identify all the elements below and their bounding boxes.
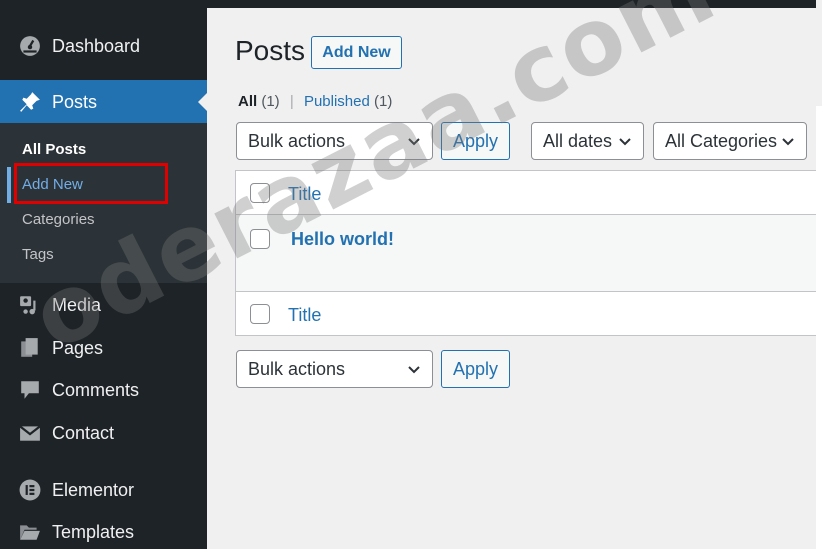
sidebar-item-label: Elementor bbox=[52, 479, 135, 500]
sidebar-item-dashboard[interactable]: Dashboard bbox=[0, 24, 207, 68]
bulk-actions-value: Bulk actions bbox=[248, 130, 346, 151]
bulk-actions-value: Bulk actions bbox=[248, 358, 346, 379]
table-header-row: Title bbox=[236, 171, 822, 215]
sidebar-item-label: Media bbox=[52, 294, 102, 315]
dates-filter-select[interactable]: All dates bbox=[531, 122, 644, 160]
filter-all[interactable]: All bbox=[238, 93, 257, 110]
column-title-footer[interactable]: Title bbox=[288, 305, 321, 326]
filter-published-count: (1) bbox=[374, 93, 393, 110]
current-indicator bbox=[7, 167, 11, 203]
submenu-all-posts[interactable]: All Posts bbox=[22, 141, 86, 158]
dates-filter-value: All dates bbox=[543, 130, 613, 151]
dashboard-icon bbox=[18, 34, 42, 58]
clipped-side-panel bbox=[816, 106, 822, 549]
categories-filter-value: All Categories bbox=[665, 130, 778, 151]
elementor-icon bbox=[18, 478, 42, 502]
sidebar-item-posts[interactable]: Posts bbox=[0, 80, 207, 124]
table-footer-row: Title bbox=[236, 292, 822, 336]
table-row: Hello world! bbox=[236, 215, 822, 292]
folder-icon bbox=[18, 520, 42, 544]
chevron-down-icon bbox=[782, 138, 794, 146]
sidebar-item-label: Templates bbox=[52, 521, 135, 542]
submenu-tags[interactable]: Tags bbox=[22, 246, 54, 263]
page-title: Posts bbox=[235, 35, 306, 66]
add-new-button[interactable]: Add New bbox=[311, 36, 402, 69]
filter-published[interactable]: Published bbox=[304, 93, 370, 110]
mail-icon bbox=[18, 421, 42, 445]
sidebar-item-comments[interactable]: Comments bbox=[0, 368, 207, 412]
admin-sidebar: Dashboard Posts All Posts Add New Catego… bbox=[0, 0, 207, 549]
sidebar-item-pages[interactable]: Pages bbox=[0, 326, 207, 370]
pin-icon bbox=[18, 90, 42, 114]
select-all-checkbox[interactable] bbox=[250, 183, 270, 203]
column-title-header[interactable]: Title bbox=[288, 184, 321, 205]
highlight-annotation-box bbox=[14, 163, 168, 204]
apply-button-top[interactable]: Apply bbox=[441, 122, 510, 160]
pages-icon bbox=[18, 336, 42, 360]
post-status-filters: All (1) | Published (1) bbox=[238, 93, 392, 110]
filter-all-count: (1) bbox=[261, 93, 280, 110]
submenu-categories[interactable]: Categories bbox=[22, 211, 95, 228]
apply-button-bottom[interactable]: Apply bbox=[441, 350, 510, 388]
sidebar-item-label: Comments bbox=[52, 379, 140, 400]
chevron-down-icon bbox=[619, 138, 631, 146]
sidebar-item-label: Dashboard bbox=[52, 35, 141, 56]
chevron-down-icon bbox=[408, 138, 420, 146]
media-icon bbox=[18, 293, 42, 317]
bulk-actions-select-bottom[interactable]: Bulk actions bbox=[236, 350, 433, 388]
comment-icon bbox=[18, 378, 42, 402]
posts-table: Title Hello world! Title bbox=[235, 170, 822, 336]
sidebar-item-elementor[interactable]: Elementor bbox=[0, 468, 207, 512]
sidebar-item-label: Posts bbox=[52, 91, 98, 112]
categories-filter-select[interactable]: All Categories bbox=[653, 122, 807, 160]
sidebar-item-label: Pages bbox=[52, 337, 104, 358]
filter-separator: | bbox=[289, 93, 294, 110]
post-title-link[interactable]: Hello world! bbox=[291, 229, 394, 250]
row-checkbox[interactable] bbox=[250, 229, 270, 249]
chevron-down-icon bbox=[408, 366, 420, 374]
sidebar-item-templates[interactable]: Templates bbox=[0, 510, 207, 549]
bulk-actions-select-top[interactable]: Bulk actions bbox=[236, 122, 433, 160]
main-content: Posts Add New All (1) | Published (1) Bu… bbox=[207, 8, 822, 549]
sidebar-item-label: Contact bbox=[52, 422, 115, 443]
sidebar-item-contact[interactable]: Contact bbox=[0, 411, 207, 455]
select-all-checkbox-footer[interactable] bbox=[250, 304, 270, 324]
sidebar-item-media[interactable]: Media bbox=[0, 283, 207, 327]
